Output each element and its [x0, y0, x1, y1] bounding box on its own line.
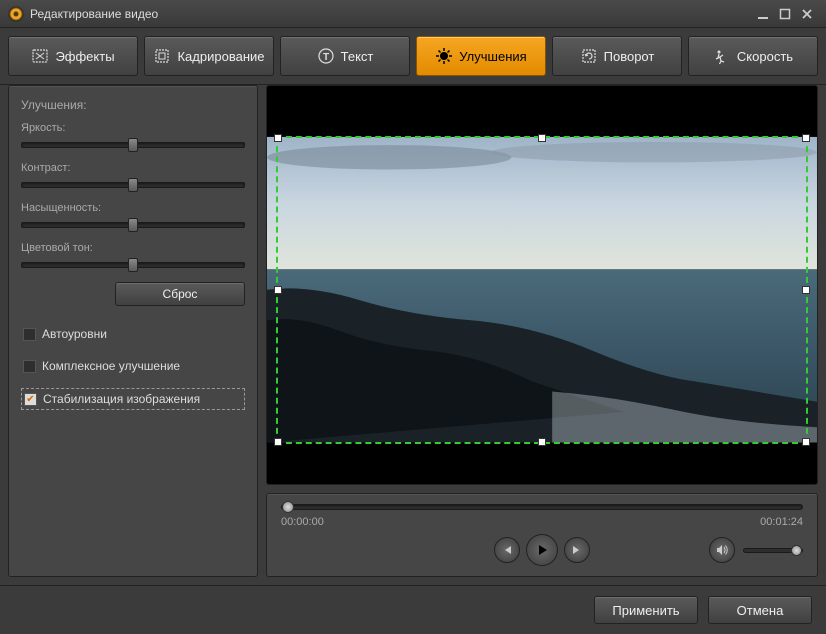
saturation-slider[interactable] [21, 222, 245, 228]
video-preview[interactable] [266, 85, 818, 485]
contrast-slider[interactable] [21, 182, 245, 188]
crop-icon [153, 47, 171, 65]
crop-handle-e[interactable] [802, 286, 810, 294]
tab-effects[interactable]: Эффекты [8, 36, 138, 76]
crop-frame[interactable] [276, 136, 808, 444]
footer: Применить Отмена [0, 585, 826, 634]
panel-title: Улучшения: [21, 98, 245, 112]
reset-button[interactable]: Сброс [115, 282, 245, 306]
slider-thumb[interactable] [128, 258, 138, 272]
scrub-thumb[interactable] [282, 501, 294, 513]
brightness-slider[interactable] [21, 142, 245, 148]
window-title: Редактирование видео [30, 7, 752, 21]
titlebar: Редактирование видео [0, 0, 826, 28]
hue-group: Цветовой тон: [21, 242, 245, 268]
tab-bar: Эффекты Кадрирование T Текст Улучшения П… [0, 28, 826, 85]
brightness-label: Яркость: [21, 122, 245, 134]
effects-icon [31, 47, 49, 65]
auto-levels-row[interactable]: Автоуровни [21, 324, 245, 344]
complex-enhance-label: Комплексное улучшение [42, 359, 180, 373]
play-button[interactable] [526, 534, 558, 566]
tab-label: Кадрирование [177, 49, 264, 64]
enhance-panel: Улучшения: Яркость: Контраст: Насыщеннос… [8, 85, 258, 577]
maximize-button[interactable] [774, 5, 796, 23]
stabilization-checkbox[interactable]: ✔ [24, 393, 37, 406]
svg-text:T: T [323, 52, 329, 63]
volume-slider[interactable] [743, 548, 803, 553]
tab-label: Эффекты [55, 49, 114, 64]
time-total: 00:01:24 [760, 516, 803, 528]
time-current: 00:00:00 [281, 516, 324, 528]
complex-enhance-row[interactable]: Комплексное улучшение [21, 356, 245, 376]
crop-handle-w[interactable] [274, 286, 282, 294]
crop-handle-sw[interactable] [274, 438, 282, 446]
brightness-group: Яркость: [21, 122, 245, 148]
timeline-panel: 00:00:00 00:01:24 [266, 493, 818, 577]
contrast-label: Контраст: [21, 162, 245, 174]
crop-handle-nw[interactable] [274, 134, 282, 142]
text-icon: T [317, 47, 335, 65]
crop-handle-se[interactable] [802, 438, 810, 446]
volume-button[interactable] [709, 537, 735, 563]
prev-frame-button[interactable] [494, 537, 520, 563]
app-icon [8, 6, 24, 22]
crop-handle-s[interactable] [538, 438, 546, 446]
saturation-label: Насыщенность: [21, 202, 245, 214]
auto-levels-checkbox[interactable] [23, 328, 36, 341]
rotate-icon [580, 47, 598, 65]
slider-thumb[interactable] [128, 138, 138, 152]
auto-levels-label: Автоуровни [42, 327, 107, 341]
tab-label: Улучшения [459, 49, 526, 64]
tab-label: Текст [341, 49, 374, 64]
next-frame-button[interactable] [564, 537, 590, 563]
saturation-group: Насыщенность: [21, 202, 245, 228]
close-button[interactable] [796, 5, 818, 23]
hue-slider[interactable] [21, 262, 245, 268]
tab-text[interactable]: T Текст [280, 36, 410, 76]
hue-label: Цветовой тон: [21, 242, 245, 254]
cancel-button[interactable]: Отмена [708, 596, 812, 624]
preview-area: 00:00:00 00:01:24 [266, 85, 818, 577]
crop-handle-n[interactable] [538, 134, 546, 142]
tab-label: Поворот [604, 49, 655, 64]
stabilization-label: Стабилизация изображения [43, 392, 200, 406]
tab-label: Скорость [737, 49, 793, 64]
tab-enhance[interactable]: Улучшения [416, 36, 546, 76]
apply-button[interactable]: Применить [594, 596, 698, 624]
tab-rotate[interactable]: Поворот [552, 36, 682, 76]
crop-handle-ne[interactable] [802, 134, 810, 142]
minimize-button[interactable] [752, 5, 774, 23]
enhance-icon [435, 47, 453, 65]
volume-thumb[interactable] [791, 545, 802, 556]
scrub-slider[interactable] [281, 504, 803, 510]
stabilization-row[interactable]: ✔ Стабилизация изображения [21, 388, 245, 410]
slider-thumb[interactable] [128, 178, 138, 192]
speed-icon [713, 47, 731, 65]
slider-thumb[interactable] [128, 218, 138, 232]
content-area: Улучшения: Яркость: Контраст: Насыщеннос… [0, 85, 826, 585]
tab-crop[interactable]: Кадрирование [144, 36, 274, 76]
tab-speed[interactable]: Скорость [688, 36, 818, 76]
complex-enhance-checkbox[interactable] [23, 360, 36, 373]
contrast-group: Контраст: [21, 162, 245, 188]
